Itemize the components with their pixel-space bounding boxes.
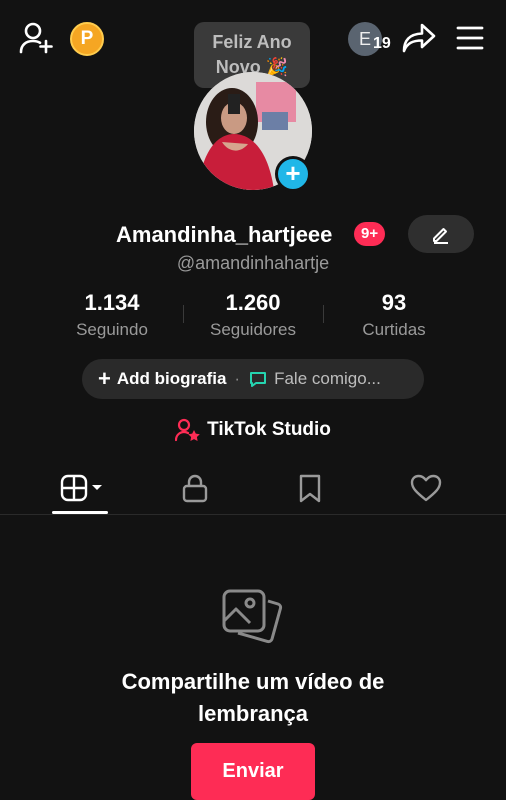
tab-saved[interactable]: [280, 470, 340, 506]
coin-icon[interactable]: P: [70, 22, 104, 56]
empty-line-2: lembrança: [197, 701, 309, 726]
send-button[interactable]: Enviar: [191, 743, 315, 800]
stat-likes[interactable]: 93 Curtidas: [329, 290, 459, 340]
lock-icon: [182, 474, 208, 503]
chat-icon: [250, 372, 267, 387]
add-bio-button[interactable]: Add biografia: [117, 369, 227, 389]
stat-followers-label: Seguidores: [209, 320, 296, 339]
username: Amandinha_hartjeee: [116, 222, 333, 247]
stat-followers[interactable]: 1.260 Seguidores: [188, 290, 318, 340]
add-friend-icon[interactable]: [18, 20, 56, 56]
stat-likes-label: Curtidas: [362, 320, 426, 339]
heart-icon: [410, 474, 442, 502]
notification-badge[interactable]: 9+: [354, 222, 386, 246]
pencil-icon: [433, 228, 448, 244]
share-icon[interactable]: [400, 20, 438, 56]
user-handle: @amandinhahartje: [176, 253, 330, 273]
chat-prompt[interactable]: Fale comigo...: [274, 369, 381, 389]
photos-icon: [220, 585, 284, 649]
studio-label: TikTok Studio: [207, 419, 331, 440]
tab-videos[interactable]: [52, 470, 112, 506]
stat-following[interactable]: 1.134 Seguindo: [47, 290, 177, 340]
tiktok-studio-link[interactable]: TikTok Studio: [0, 418, 506, 442]
studio-user-star-icon: [175, 418, 200, 442]
stat-following-label: Seguindo: [76, 320, 148, 339]
add-photo-plus-icon[interactable]: +: [275, 156, 311, 192]
tooltip-line-1: Feliz Ano: [212, 32, 292, 52]
separator-dot: ·: [234, 369, 241, 388]
grid-icon: [60, 474, 102, 502]
stat-following-value: 1.134: [84, 290, 140, 315]
stat-divider: [323, 305, 324, 323]
bio-pill[interactable]: + Add biografia · Fale comigo...: [82, 359, 424, 399]
plus-icon: +: [98, 366, 111, 391]
edit-profile-button[interactable]: [408, 215, 474, 253]
stat-divider: [183, 305, 184, 323]
bookmark-icon: [299, 474, 321, 503]
empty-line-1: Compartilhe um vídeo de: [121, 669, 385, 694]
menu-icon[interactable]: [452, 20, 488, 56]
tab-liked[interactable]: [396, 470, 456, 506]
tabs-divider: [0, 514, 506, 515]
account-count: 19: [373, 35, 391, 52]
stat-likes-value: 93: [381, 290, 407, 315]
empty-state-message: Compartilhe um vídeo de lembrança: [0, 666, 506, 730]
stat-followers-value: 1.260: [225, 290, 281, 315]
tab-private[interactable]: [165, 470, 225, 506]
